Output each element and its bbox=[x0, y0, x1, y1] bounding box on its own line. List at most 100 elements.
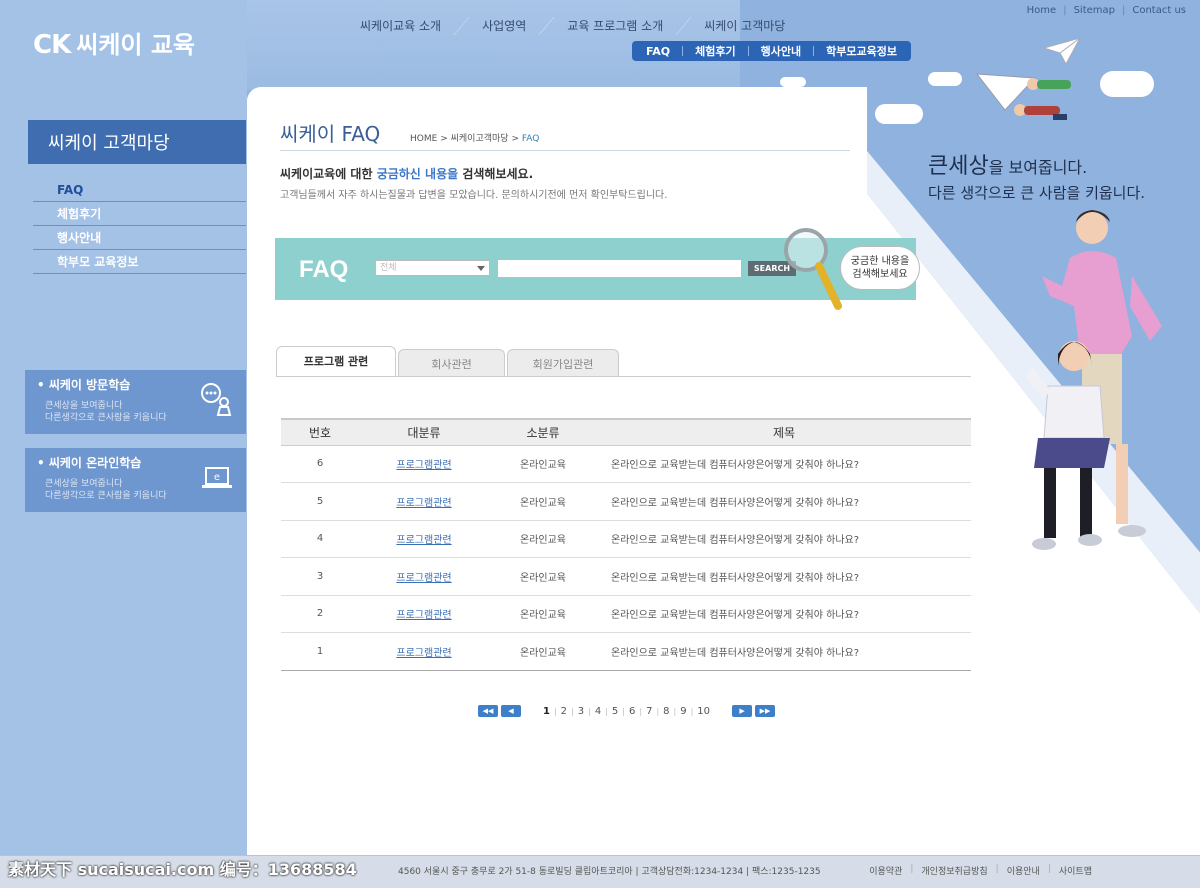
last-page-button[interactable]: ▶▶ bbox=[755, 705, 776, 717]
chevron-down-icon bbox=[477, 266, 485, 271]
gnb-item-about[interactable]: 씨케이교육 소개 bbox=[340, 17, 461, 35]
table-row[interactable]: 1 프로그램관련 온라인교육 온라인으로 교육받는데 컴퓨터사양은어떻게 갖춰야… bbox=[281, 632, 971, 671]
row-category-link[interactable]: 프로그램관련 bbox=[359, 557, 489, 596]
subnav-item-parents[interactable]: 학부모교육정보 bbox=[826, 43, 897, 59]
page-divider: | bbox=[690, 706, 694, 716]
gnb-item-customer[interactable]: 씨케이 고객마당 bbox=[684, 17, 805, 35]
footer-link-sitemap[interactable]: 사이트맵 bbox=[1059, 864, 1092, 877]
contact-link[interactable]: Contact us bbox=[1132, 5, 1186, 16]
next-page-button[interactable]: ▶ bbox=[732, 705, 753, 717]
page-number[interactable]: 8 bbox=[663, 706, 669, 717]
promo-slogan: 큰세상을 보여줍니다. 다른 생각으로 큰 사람을 키웁니다. bbox=[928, 148, 1145, 203]
row-category-link[interactable]: 프로그램관련 bbox=[359, 445, 489, 483]
breadcrumb-separator: > bbox=[511, 134, 519, 144]
table-row[interactable]: 2 프로그램관련 온라인교육 온라인으로 교육받는데 컴퓨터사양은어떻게 갖춰야… bbox=[281, 595, 971, 633]
subnav-item-faq[interactable]: FAQ bbox=[646, 45, 670, 58]
gnb-item-programs[interactable]: 교육 프로그램 소개 bbox=[547, 17, 683, 35]
row-number: 1 bbox=[281, 632, 359, 671]
sitemap-link[interactable]: Sitemap bbox=[1074, 5, 1115, 16]
page-number[interactable]: 7 bbox=[646, 706, 652, 717]
row-subject-link[interactable]: 온라인으로 교육받는데 컴퓨터사양은어떻게 갖춰야 하나요? bbox=[597, 520, 971, 558]
page-divider: | bbox=[605, 706, 608, 716]
page-number[interactable]: 9 bbox=[680, 706, 686, 717]
search-label: FAQ bbox=[299, 256, 349, 283]
page-number[interactable]: 1 bbox=[543, 706, 550, 717]
footer-links: 이용약관 | 개인정보취급방침 | 이용안내 | 사이트맵 bbox=[869, 864, 1092, 877]
subnav-divider bbox=[747, 46, 749, 56]
home-link[interactable]: Home bbox=[1027, 5, 1057, 16]
page-divider: | bbox=[673, 706, 677, 716]
table-row[interactable]: 6 프로그램관련 온라인교육 온라인으로 교육받는데 컴퓨터사양은어떻게 갖춰야… bbox=[281, 445, 971, 483]
row-number: 5 bbox=[281, 482, 359, 521]
row-subject-link[interactable]: 온라인으로 교육받는데 컴퓨터사양은어떻게 갖춰야 하나요? bbox=[597, 445, 971, 483]
intro-highlight: 궁금하신 내용을 bbox=[376, 167, 459, 181]
tabs-divider bbox=[276, 376, 971, 377]
row-subject-link[interactable]: 온라인으로 교육받는데 컴퓨터사양은어떻게 갖춰야 하나요? bbox=[597, 595, 971, 633]
subnav-item-events[interactable]: 행사안내 bbox=[761, 43, 801, 59]
sidebar-item-reviews[interactable]: 체험후기 bbox=[33, 202, 246, 226]
table-row[interactable]: 5 프로그램관련 온라인교육 온라인으로 교육받는데 컴퓨터사양은어떻게 갖춰야… bbox=[281, 482, 971, 521]
table-row[interactable]: 4 프로그램관련 온라인교육 온라인으로 교육받는데 컴퓨터사양은어떻게 갖춰야… bbox=[281, 520, 971, 558]
slogan-line-2: 다른 생각으로 큰 사람을 키웁니다. bbox=[928, 184, 1146, 202]
footer-divider: | bbox=[1047, 864, 1051, 874]
footer-link-guide[interactable]: 이용안내 bbox=[1007, 864, 1040, 877]
row-number: 3 bbox=[281, 557, 359, 596]
prev-page-button[interactable]: ◀ bbox=[501, 705, 521, 717]
row-subject-link[interactable]: 온라인으로 교육받는데 컴퓨터사양은어떻게 갖춰야 하나요? bbox=[597, 557, 971, 596]
sidebar-item-events[interactable]: 행사안내 bbox=[33, 226, 246, 250]
bubble-line: 궁금한 내용을 bbox=[850, 256, 910, 267]
footer: 素材天下 sucaisucai.com 编号：13688584 4560 서울시… bbox=[0, 855, 1200, 888]
row-subject-link[interactable]: 온라인으로 교육받는데 컴퓨터사양은어떻게 갖춰야 하나요? bbox=[597, 482, 971, 521]
row-subcategory: 온라인교육 bbox=[489, 520, 597, 558]
page-divider: | bbox=[571, 706, 574, 716]
page-divider: | bbox=[639, 706, 643, 716]
page-number[interactable]: 10 bbox=[697, 706, 710, 717]
subnav-item-reviews[interactable]: 체험후기 bbox=[695, 43, 735, 59]
visit-learning-banner[interactable]: • 씨케이 방문학습 큰세상을 보여줍니다 다른생각으로 큰사람을 키웁니다 bbox=[25, 370, 246, 434]
online-learning-banner[interactable]: • 씨케이 온라인학습 큰세상을 보여줍니다 다른생각으로 큰사람을 키웁니다 … bbox=[25, 448, 246, 512]
first-page-button[interactable]: ◀◀ bbox=[478, 705, 498, 717]
breadcrumb-separator: > bbox=[440, 134, 448, 144]
breadcrumb-home[interactable]: HOME bbox=[410, 134, 437, 144]
footer-link-privacy[interactable]: 개인정보취급방침 bbox=[921, 864, 987, 877]
cloud-decoration bbox=[780, 77, 806, 87]
category-select[interactable]: 전체 bbox=[375, 260, 490, 276]
footer-link-terms[interactable]: 이용약관 bbox=[869, 864, 902, 877]
sidebar-item-parents[interactable]: 학부모 교육정보 bbox=[33, 250, 246, 274]
row-subcategory: 온라인교육 bbox=[489, 557, 597, 596]
cloud-decoration bbox=[875, 104, 923, 124]
faq-tabs: 프로그램 관련 회사관련 회원가입관련 bbox=[276, 346, 621, 377]
tab-membership[interactable]: 회원가입관련 bbox=[507, 349, 619, 377]
kids-on-plane-illustration bbox=[975, 73, 1071, 120]
row-number: 6 bbox=[281, 445, 359, 483]
tab-company[interactable]: 회사관련 bbox=[398, 349, 505, 377]
page-number[interactable]: 5 bbox=[612, 706, 618, 717]
page-number[interactable]: 4 bbox=[595, 706, 601, 717]
table-row[interactable]: 3 프로그램관련 온라인교육 온라인으로 교육받는데 컴퓨터사양은어떻게 갖춰야… bbox=[281, 557, 971, 596]
cloud-decoration bbox=[1100, 71, 1154, 97]
tab-program[interactable]: 프로그램 관련 bbox=[276, 346, 396, 377]
row-category-link[interactable]: 프로그램관련 bbox=[359, 482, 489, 521]
column-header-subject: 제목 bbox=[597, 418, 971, 446]
row-subcategory: 온라인교육 bbox=[489, 595, 597, 633]
search-input[interactable] bbox=[498, 260, 741, 277]
row-number: 4 bbox=[281, 520, 359, 558]
column-header-category: 대분류 bbox=[359, 418, 489, 446]
row-category-link[interactable]: 프로그램관련 bbox=[359, 632, 489, 671]
chat-person-icon bbox=[201, 383, 232, 416]
sidebar-item-faq[interactable]: FAQ bbox=[33, 178, 246, 202]
row-subject-link[interactable]: 온라인으로 교육받는데 컴퓨터사양은어떻게 갖춰야 하나요? bbox=[597, 632, 971, 671]
row-subcategory: 온라인교육 bbox=[489, 482, 597, 521]
intro-description: 고객님들께서 자주 하시는질물과 답변을 모았습니다. 문의하시기전에 먼저 확… bbox=[280, 190, 668, 201]
global-nav: 씨케이교육 소개 사업영역 교육 프로그램 소개 씨케이 고객마당 bbox=[340, 17, 805, 35]
breadcrumb-section[interactable]: 씨케이고객마당 bbox=[451, 134, 509, 144]
page-number[interactable]: 6 bbox=[629, 706, 635, 717]
page-number[interactable]: 2 bbox=[561, 706, 567, 717]
gnb-item-business[interactable]: 사업영역 bbox=[462, 17, 546, 35]
row-category-link[interactable]: 프로그램관련 bbox=[359, 595, 489, 633]
logo[interactable]: CK 씨케이 교육 bbox=[33, 25, 195, 60]
table-header-row: 번호 대분류 소분류 제목 bbox=[281, 418, 971, 446]
page-number[interactable]: 3 bbox=[578, 706, 584, 717]
row-category-link[interactable]: 프로그램관련 bbox=[359, 520, 489, 558]
slogan-line-1: 큰세상을 보여줍니다. bbox=[928, 148, 1145, 180]
